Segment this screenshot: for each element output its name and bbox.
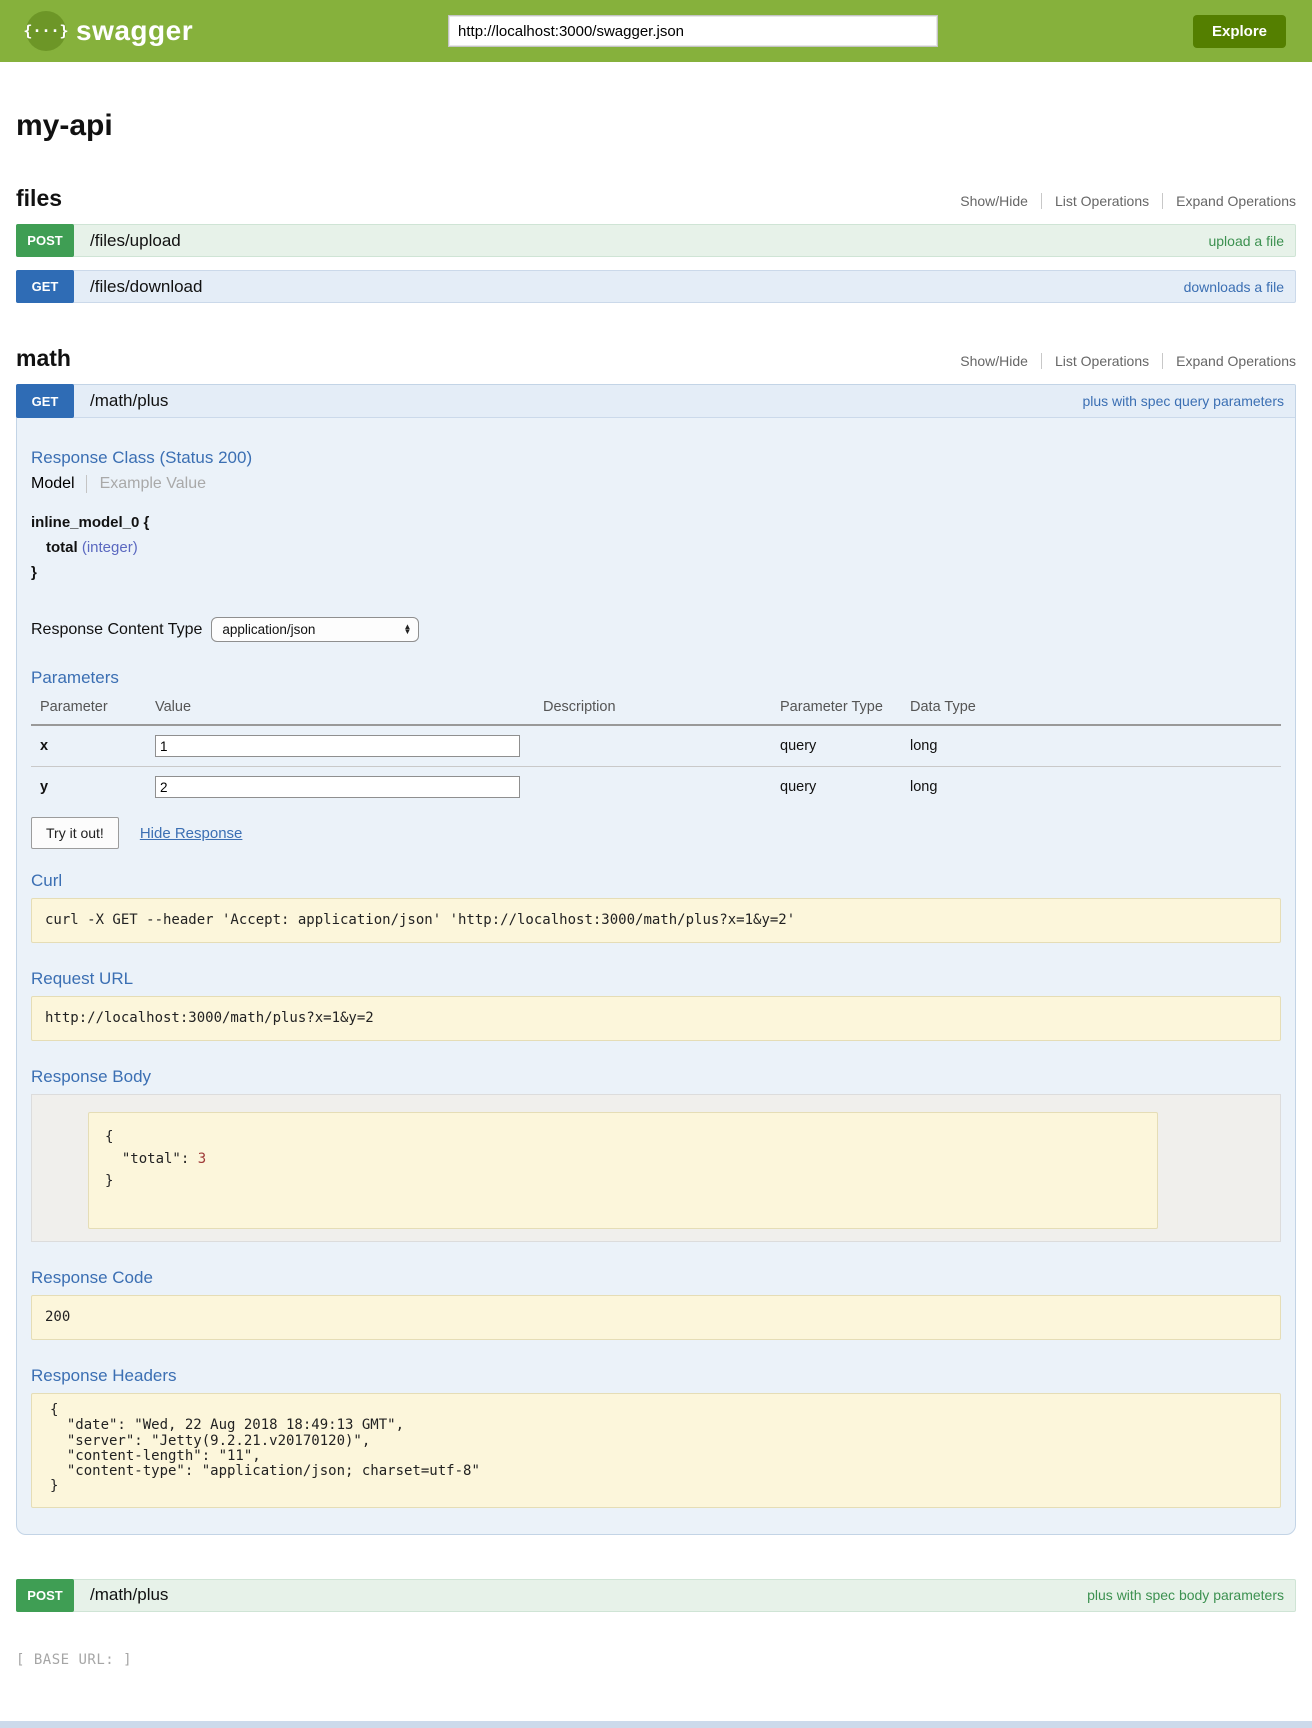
tab-model[interactable]: Model <box>31 475 86 493</box>
param-data-type: long <box>910 767 1281 808</box>
curl-heading: Curl <box>31 871 1281 891</box>
op-expanded-math-get-plus: GET /math/plus plus with spec query para… <box>16 384 1296 1535</box>
main-content: my-api files Show/Hide List Operations E… <box>0 109 1312 1668</box>
math-section-controls: Show/Hide List Operations Expand Operati… <box>947 353 1296 372</box>
model-property-type: (integer) <box>82 539 138 556</box>
hide-response-link[interactable]: Hide Response <box>140 825 243 842</box>
op-row-math-post-plus[interactable]: POST /math/plus plus with spec body para… <box>16 1579 1296 1612</box>
method-badge-get: GET <box>16 384 74 418</box>
request-url-block: http://localhost:3000/math/plus?x=1&y=2 <box>31 996 1281 1041</box>
top-bar: {···} swagger Explore <box>0 0 1312 62</box>
method-badge-get: GET <box>16 270 74 303</box>
op-path-math-get-plus[interactable]: /math/plus <box>73 385 168 417</box>
parameters-table: Parameter Value Description Parameter Ty… <box>31 695 1281 807</box>
model-signature: inline_model_0 { total (integer) } <box>31 511 1281 585</box>
api-title: my-api <box>16 109 1296 143</box>
col-parameter: Parameter <box>31 695 155 725</box>
op-summary-files-upload[interactable]: upload a file <box>1208 225 1295 256</box>
method-badge-post: POST <box>16 1579 74 1612</box>
spec-url-input[interactable] <box>448 15 938 47</box>
col-data-type: Data Type <box>910 695 1281 725</box>
op-summary-math-post-plus[interactable]: plus with spec body parameters <box>1087 1580 1295 1611</box>
response-body-container: { "total": 3 } <box>31 1094 1281 1242</box>
files-section-controls: Show/Hide List Operations Expand Operati… <box>947 193 1296 212</box>
model-property-name: total <box>46 539 78 556</box>
model-tabs: Model Example Value <box>31 475 1281 493</box>
model-open-brace: inline_model_0 { <box>31 511 1281 536</box>
response-content-type-label: Response Content Type <box>31 621 202 639</box>
explore-button[interactable]: Explore <box>1193 15 1286 48</box>
bottom-strip <box>0 1721 1312 1728</box>
param-description <box>543 767 780 808</box>
response-body-heading: Response Body <box>31 1067 1281 1087</box>
response-headers-block: { "date": "Wed, 22 Aug 2018 18:49:13 GMT… <box>31 1393 1281 1508</box>
try-row: Try it out! Hide Response <box>31 817 1281 849</box>
response-body-total-value: 3 <box>198 1151 206 1167</box>
operation-detail-panel: Response Class (Status 200) Model Exampl… <box>17 418 1295 1534</box>
swagger-brand[interactable]: {···} swagger <box>26 11 193 51</box>
col-description: Description <box>543 695 780 725</box>
model-close-brace: } <box>31 561 1281 586</box>
param-name: y <box>31 767 155 808</box>
swagger-logo-icon: {···} <box>26 11 66 51</box>
response-body-block: { "total": 3 } <box>88 1112 1158 1229</box>
files-section-title: files <box>16 185 62 212</box>
response-body-json-close: } <box>105 1173 113 1189</box>
response-headers-heading: Response Headers <box>31 1366 1281 1386</box>
response-content-type-row: Response Content Type application/json ▲… <box>31 617 1281 642</box>
param-name: x <box>31 725 155 767</box>
response-code-block: 200 <box>31 1295 1281 1340</box>
col-value: Value <box>155 695 543 725</box>
param-row-y: y query long <box>31 767 1281 808</box>
math-list-operations-link[interactable]: List Operations <box>1041 353 1162 369</box>
files-list-operations-link[interactable]: List Operations <box>1041 193 1162 209</box>
param-type: query <box>780 725 910 767</box>
parameters-heading: Parameters <box>31 668 1281 688</box>
math-section-header: math Show/Hide List Operations Expand Op… <box>16 345 1296 372</box>
param-y-input[interactable] <box>155 776 520 798</box>
math-section-title: math <box>16 345 71 372</box>
param-type: query <box>780 767 910 808</box>
files-show-hide-link[interactable]: Show/Hide <box>947 193 1041 209</box>
brand-name: swagger <box>76 15 193 47</box>
try-it-out-button[interactable]: Try it out! <box>31 817 119 849</box>
param-description <box>543 725 780 767</box>
request-url-heading: Request URL <box>31 969 1281 989</box>
response-body-json: { "total": <box>105 1129 198 1167</box>
op-row-math-get-plus[interactable]: GET /math/plus plus with spec query para… <box>17 385 1295 418</box>
base-url-label: [ BASE URL: ] <box>16 1652 1296 1668</box>
response-content-type-value: application/json <box>222 622 315 637</box>
curl-command-block: curl -X GET --header 'Accept: applicatio… <box>31 898 1281 943</box>
files-section-header: files Show/Hide List Operations Expand O… <box>16 185 1296 212</box>
param-row-x: x query long <box>31 725 1281 767</box>
op-summary-files-download[interactable]: downloads a file <box>1184 271 1295 302</box>
select-arrows-icon: ▲▼ <box>403 625 411 635</box>
parameters-header-row: Parameter Value Description Parameter Ty… <box>31 695 1281 725</box>
model-property: total (integer) <box>31 536 1281 561</box>
response-content-type-select[interactable]: application/json ▲▼ <box>211 617 419 642</box>
math-expand-operations-link[interactable]: Expand Operations <box>1162 353 1296 369</box>
files-expand-operations-link[interactable]: Expand Operations <box>1162 193 1296 209</box>
op-path-math-post-plus[interactable]: /math/plus <box>73 1580 168 1611</box>
math-show-hide-link[interactable]: Show/Hide <box>947 353 1041 369</box>
op-path-files-upload[interactable]: /files/upload <box>73 225 181 256</box>
tab-example-value[interactable]: Example Value <box>86 475 206 493</box>
response-class-heading: Response Class (Status 200) <box>31 448 1281 468</box>
method-badge-post: POST <box>16 224 74 257</box>
op-summary-math-get-plus[interactable]: plus with spec query parameters <box>1082 385 1295 417</box>
response-code-heading: Response Code <box>31 1268 1281 1288</box>
op-row-files-download[interactable]: GET /files/download downloads a file <box>16 270 1296 303</box>
op-row-files-upload[interactable]: POST /files/upload upload a file <box>16 224 1296 257</box>
op-path-files-download[interactable]: /files/download <box>73 271 202 302</box>
param-x-input[interactable] <box>155 735 520 757</box>
param-data-type: long <box>910 725 1281 767</box>
col-parameter-type: Parameter Type <box>780 695 910 725</box>
